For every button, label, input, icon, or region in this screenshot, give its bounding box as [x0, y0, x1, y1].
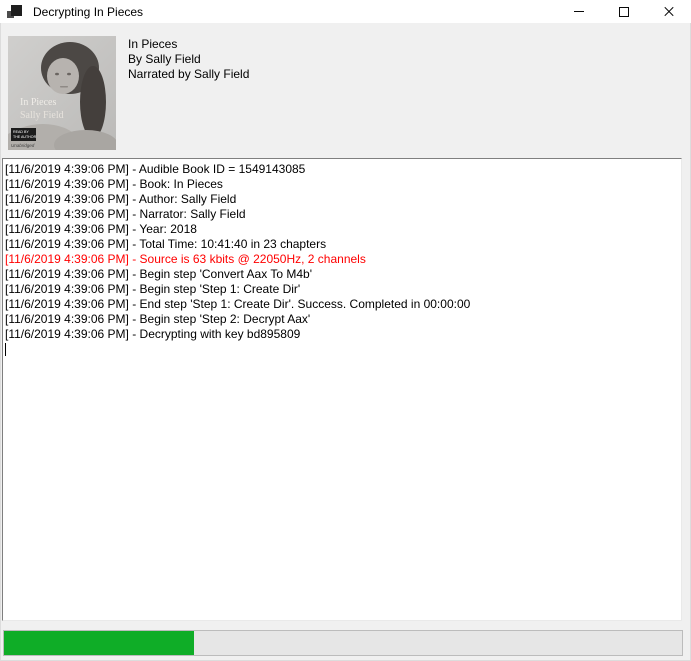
maximize-button[interactable] — [601, 0, 646, 23]
cover-author-text: Sally Field — [20, 110, 64, 121]
caret-line — [5, 342, 679, 357]
minimize-icon — [574, 11, 584, 12]
book-narrator-label: Narrated by Sally Field — [128, 67, 249, 82]
close-button[interactable] — [646, 0, 691, 23]
cover-edition-text: Unabridged — [11, 143, 35, 148]
log-line: [11/6/2019 4:39:06 PM] - Begin step 'Ste… — [5, 312, 679, 327]
log-line: [11/6/2019 4:39:06 PM] - Narrator: Sally… — [5, 207, 679, 222]
book-info: In Pieces By Sally Field Narrated by Sal… — [128, 37, 249, 82]
cover-title-text: In Pieces — [20, 97, 56, 108]
log-line: [11/6/2019 4:39:06 PM] - Source is 63 kb… — [5, 252, 679, 267]
book-cover-art: In Pieces Sally Field READ BY THE AUTHOR… — [8, 36, 116, 150]
app-icon — [7, 4, 23, 20]
decrypt-progressbar — [3, 630, 683, 656]
caption-controls — [556, 0, 691, 23]
log-line: [11/6/2019 4:39:06 PM] - Begin step 'Ste… — [5, 282, 679, 297]
maximize-icon — [619, 7, 629, 17]
progressbar-fill — [4, 631, 194, 655]
book-author-label: By Sally Field — [128, 52, 249, 67]
log-line: [11/6/2019 4:39:06 PM] - Decrypting with… — [5, 327, 679, 342]
minimize-button[interactable] — [556, 0, 601, 23]
log-line: [11/6/2019 4:39:06 PM] - End step 'Step … — [5, 297, 679, 312]
log-line: [11/6/2019 4:39:06 PM] - Begin step 'Con… — [5, 267, 679, 282]
cover-badge-line2: THE AUTHOR — [13, 135, 37, 139]
log-line: [11/6/2019 4:39:06 PM] - Year: 2018 — [5, 222, 679, 237]
titlebar[interactable]: Decrypting In Pieces — [0, 0, 691, 23]
log-line: [11/6/2019 4:39:06 PM] - Author: Sally F… — [5, 192, 679, 207]
close-icon — [664, 7, 674, 17]
book-cover-image: In Pieces Sally Field READ BY THE AUTHOR… — [8, 36, 116, 150]
log-line: [11/6/2019 4:39:06 PM] - Total Time: 10:… — [5, 237, 679, 252]
log-line: [11/6/2019 4:39:06 PM] - Audible Book ID… — [5, 162, 679, 177]
log-textbox[interactable]: [11/6/2019 4:39:06 PM] - Audible Book ID… — [2, 158, 682, 621]
cover-badge-line1: READ BY — [13, 130, 29, 134]
app-window: Decrypting In Pieces — [0, 0, 691, 661]
book-title-label: In Pieces — [128, 37, 249, 52]
text-caret — [5, 343, 6, 356]
log-line: [11/6/2019 4:39:06 PM] - Book: In Pieces — [5, 177, 679, 192]
window-title: Decrypting In Pieces — [33, 5, 143, 19]
